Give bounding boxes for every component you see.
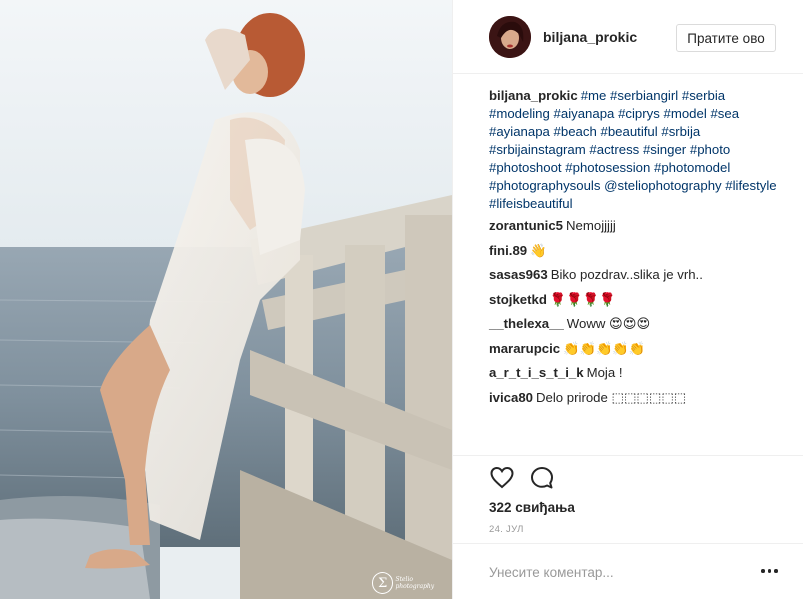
hashtag-link[interactable]: #photomodel xyxy=(654,160,730,175)
comment-text: Biko pozdrav..slika je vrh.. xyxy=(550,267,703,282)
hashtag-link[interactable]: #photo xyxy=(690,142,730,157)
post-header: biljana_prokic Пратите ово xyxy=(453,0,803,74)
comment-rows: zorantunic5 Nemojjjjj fini.89 👋 sasas963 Biko… xyxy=(489,217,789,407)
hashtag-link[interactable]: #photosession xyxy=(565,160,650,175)
watermark-logo: Σ xyxy=(372,572,394,594)
post-sidebar: biljana_prokic Пратите ово biljana_proki… xyxy=(452,0,803,599)
comment-username[interactable]: a_r_t_i_s_t_i_k xyxy=(489,365,584,380)
hashtag-link[interactable]: @steliophotography xyxy=(604,178,722,193)
hashtag-link[interactable]: #beach xyxy=(554,124,597,139)
comment-row: zorantunic5 Nemojjjjj xyxy=(489,217,789,235)
hashtag-link[interactable]: #model xyxy=(664,106,707,121)
hashtag-link[interactable]: #singer xyxy=(643,142,686,157)
hashtag-link[interactable]: #beautiful xyxy=(600,124,657,139)
ellipsis-dot xyxy=(761,569,765,573)
header-username[interactable]: biljana_prokic xyxy=(543,29,637,45)
hashtag-link[interactable]: #srbijainstagram xyxy=(489,142,586,157)
hashtag-link[interactable]: #actress xyxy=(589,142,639,157)
comment-row: mararupcic 👏👏👏👏👏 xyxy=(489,340,789,358)
hashtag-link[interactable]: #modeling xyxy=(489,106,550,121)
comment-text: Moja ! xyxy=(586,365,623,380)
comment-username[interactable]: stojketkd xyxy=(489,292,547,307)
add-comment-bar xyxy=(453,543,803,599)
hashtag-link[interactable]: #serbiangirl xyxy=(610,88,678,103)
comment-text: 👋 xyxy=(530,242,547,258)
follow-button[interactable]: Пратите ово xyxy=(676,24,776,52)
watermark-text: Stelio photography xyxy=(395,576,435,590)
comment-row: stojketkd 🌹🌹🌹🌹 xyxy=(489,291,789,309)
comment-username[interactable]: fini.89 xyxy=(489,243,527,258)
ellipsis-icon[interactable] xyxy=(761,566,779,576)
comment-text: Nemojjjjj xyxy=(566,218,616,233)
photo-illustration xyxy=(0,0,452,599)
hashtag-link[interactable]: #sea xyxy=(710,106,739,121)
comment-text: 👏👏👏👏👏 xyxy=(563,340,646,356)
hashtag-link[interactable]: #srbija xyxy=(661,124,700,139)
post-date[interactable]: 24. ЈУЛ xyxy=(489,524,524,535)
hashtag-link[interactable]: #serbia xyxy=(682,88,725,103)
hashtag-link[interactable]: #photographysouls xyxy=(489,178,600,193)
comment-username[interactable]: sasas963 xyxy=(489,267,548,282)
caption-hashtags: #me #serbiangirl #serbia #modeling #aiya… xyxy=(489,88,777,211)
post-caption: biljana_prokic #me #serbiangirl #serbia #… xyxy=(489,87,789,213)
comment-row: ivica80 Delo prirode ⬚⬚⬚⬚⬚⬚ xyxy=(489,389,789,407)
comment-text: Delo prirode ⬚⬚⬚⬚⬚⬚ xyxy=(536,389,687,405)
comment-row: fini.89 👋 xyxy=(489,242,789,260)
speech-bubble-icon[interactable] xyxy=(529,465,555,491)
comment-username[interactable]: ivica80 xyxy=(489,390,533,405)
likes-count[interactable]: 322 свиђања xyxy=(489,500,575,515)
avatar[interactable] xyxy=(489,16,531,58)
hashtag-link[interactable]: #me xyxy=(581,88,607,103)
ellipsis-dot xyxy=(774,569,778,573)
ellipsis-dot xyxy=(767,569,771,573)
hashtag-link[interactable]: #photoshoot xyxy=(489,160,562,175)
comment-username[interactable]: __thelexa__ xyxy=(489,316,564,331)
comments-list: biljana_prokic #me #serbiangirl #serbia #… xyxy=(489,87,789,413)
photographer-watermark: Σ Stelio photography xyxy=(372,572,452,594)
hashtag-link[interactable]: #lifestyle xyxy=(725,178,776,193)
post-photo[interactable]: Σ Stelio photography xyxy=(0,0,452,599)
comment-username[interactable]: mararupcic xyxy=(489,341,560,356)
comment-row: __thelexa__ Woww 😍😍😍 xyxy=(489,315,789,333)
hashtag-link[interactable]: #lifeisbeautiful xyxy=(489,196,573,211)
post-actions: 322 свиђања 24. ЈУЛ xyxy=(453,455,803,545)
hashtag-link[interactable]: #aiyanapa xyxy=(554,106,615,121)
comment-text: 🌹🌹🌹🌹 xyxy=(549,291,616,307)
comment-text: Woww 😍😍😍 xyxy=(566,316,651,331)
avatar-image xyxy=(489,16,531,58)
comment-row: a_r_t_i_s_t_i_k Moja ! xyxy=(489,364,789,382)
comment-username[interactable]: zorantunic5 xyxy=(489,218,563,233)
comment-input[interactable] xyxy=(489,561,749,583)
hashtag-link[interactable]: #ciprys xyxy=(618,106,660,121)
comment-row: sasas963 Biko pozdrav..slika je vrh.. xyxy=(489,266,789,284)
heart-outline-icon[interactable] xyxy=(489,465,515,491)
caption-username[interactable]: biljana_prokic xyxy=(489,88,578,103)
hashtag-link[interactable]: #ayianapa xyxy=(489,124,550,139)
